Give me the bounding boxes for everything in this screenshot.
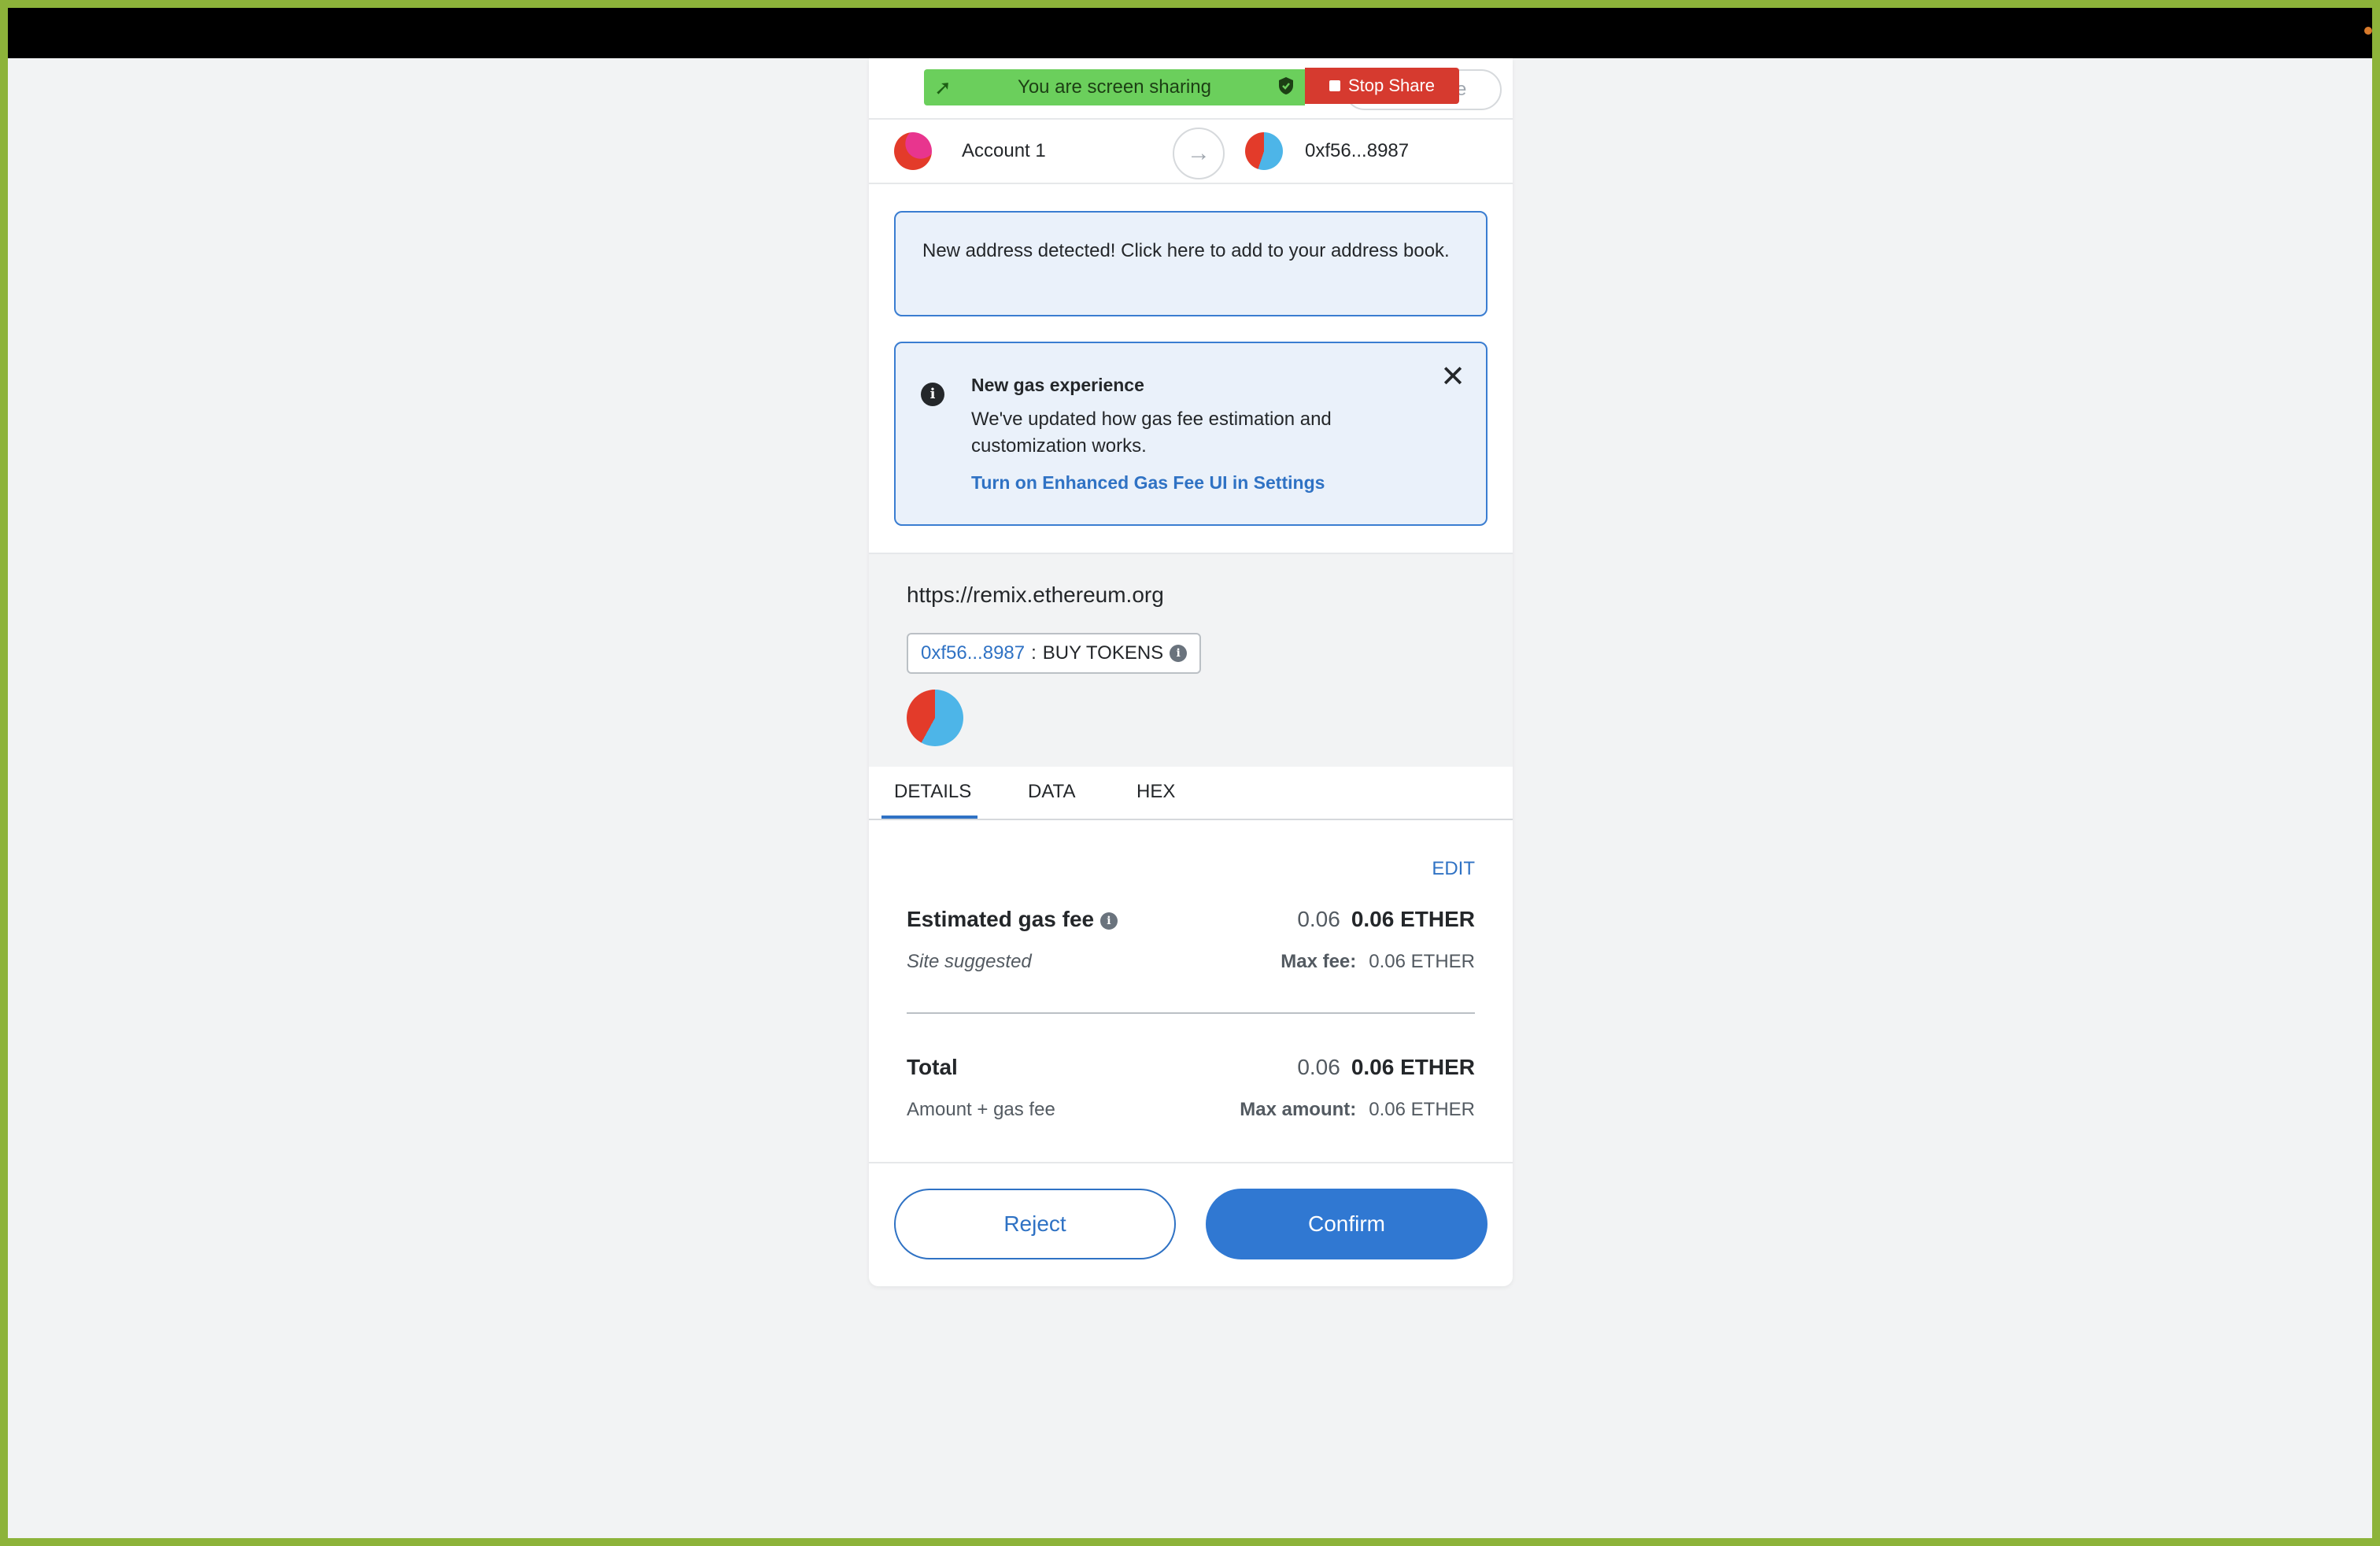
gas-alert-title: New gas experience [971, 375, 1144, 395]
total-sub: Amount + gas fee [907, 1099, 1055, 1120]
from-account-avatar [894, 132, 932, 170]
gas-fee-value: 0.06 ETHER [1351, 907, 1475, 931]
method-name: BUY TOKENS [1042, 642, 1164, 664]
edit-gas-button[interactable]: EDIT [1432, 858, 1475, 880]
info-icon[interactable]: i [1099, 912, 1118, 930]
new-address-alert-text: New address detected! Click here to add … [922, 240, 1450, 261]
info-icon: i [921, 383, 944, 406]
to-account-avatar [1245, 132, 1283, 170]
method-pill: 0xf56...8987 : BUY TOKENS i [907, 633, 1202, 674]
estimated-gas-fee-label: Estimated gas fee i [907, 907, 1118, 932]
close-icon[interactable]: ✕ [1440, 359, 1465, 394]
shield-check-icon [1267, 76, 1305, 99]
enhanced-gas-settings-link[interactable]: Turn on Enhanced Gas Fee UI in Settings [971, 472, 1325, 494]
total-amount: 0.06 0.06 ETHER [1297, 1055, 1475, 1080]
estimated-gas-fee-text: Estimated gas fee [907, 907, 1095, 931]
tab-details[interactable]: DETAILS [894, 781, 971, 803]
account-transfer-row: Account 1 → 0xf56...8987 [869, 118, 1513, 184]
details-divider [907, 1012, 1475, 1014]
total-label: Total [907, 1055, 958, 1079]
gas-fee-source: Site suggested [907, 951, 1032, 972]
share-logo-icon: ➚ [934, 75, 952, 99]
gas-fee-fiat: 0.06 [1297, 907, 1340, 931]
gas-alert-body: We've updated how gas fee estimation and… [971, 409, 1332, 457]
confirm-button[interactable]: Confirm [1206, 1189, 1488, 1259]
new-address-alert[interactable]: New address detected! Click here to add … [894, 211, 1488, 316]
from-account-name[interactable]: Account 1 [962, 140, 1046, 162]
stop-icon [1329, 80, 1340, 91]
method-separator: : [1031, 642, 1037, 664]
site-origin-section: https://remix.ethereum.org 0xf56...8987 … [869, 553, 1513, 767]
stop-share-button[interactable]: Stop Share [1305, 68, 1459, 104]
max-fee: Max fee: 0.06 ETHER [1281, 951, 1475, 973]
screen-share-text: You are screen sharing [1018, 76, 1211, 98]
info-icon[interactable]: i [1170, 645, 1188, 662]
tab-data[interactable]: DATA [1028, 781, 1075, 803]
method-address[interactable]: 0xf56...8987 [921, 642, 1025, 664]
metamask-confirm-popup: e ➚ You are screen sharing Stop Share Ac… [869, 58, 1513, 1286]
total-value: 0.06 ETHER [1351, 1055, 1475, 1079]
gas-fee-amount: 0.06 0.06 ETHER [1297, 907, 1475, 932]
reject-button[interactable]: Reject [894, 1189, 1176, 1259]
gas-experience-alert: i New gas experience We've updated how g… [894, 342, 1488, 526]
to-address[interactable]: 0xf56...8987 [1305, 140, 1409, 162]
tab-hex[interactable]: HEX [1136, 781, 1175, 803]
top-black-bar [8, 8, 2372, 58]
footer-divider [869, 1162, 1513, 1163]
screen-share-banner: ➚ You are screen sharing [924, 69, 1305, 105]
site-origin: https://remix.ethereum.org [907, 583, 1164, 607]
arrow-right-icon: → [1173, 128, 1225, 179]
contract-avatar [907, 690, 963, 746]
active-tab-indicator [881, 816, 978, 819]
indicator-dot [2364, 27, 2372, 35]
max-fee-label: Max fee: [1281, 951, 1357, 972]
max-amount: Max amount: 0.06 ETHER [1240, 1099, 1475, 1121]
tab-bar: DETAILS DATA HEX [869, 767, 1513, 820]
max-amount-value: 0.06 ETHER [1369, 1099, 1475, 1120]
max-fee-value: 0.06 ETHER [1369, 951, 1475, 972]
max-amount-label: Max amount: [1240, 1099, 1357, 1120]
screen: e ➚ You are screen sharing Stop Share Ac… [8, 8, 2372, 1538]
stop-share-label: Stop Share [1347, 76, 1436, 95]
total-fiat: 0.06 [1297, 1055, 1340, 1079]
